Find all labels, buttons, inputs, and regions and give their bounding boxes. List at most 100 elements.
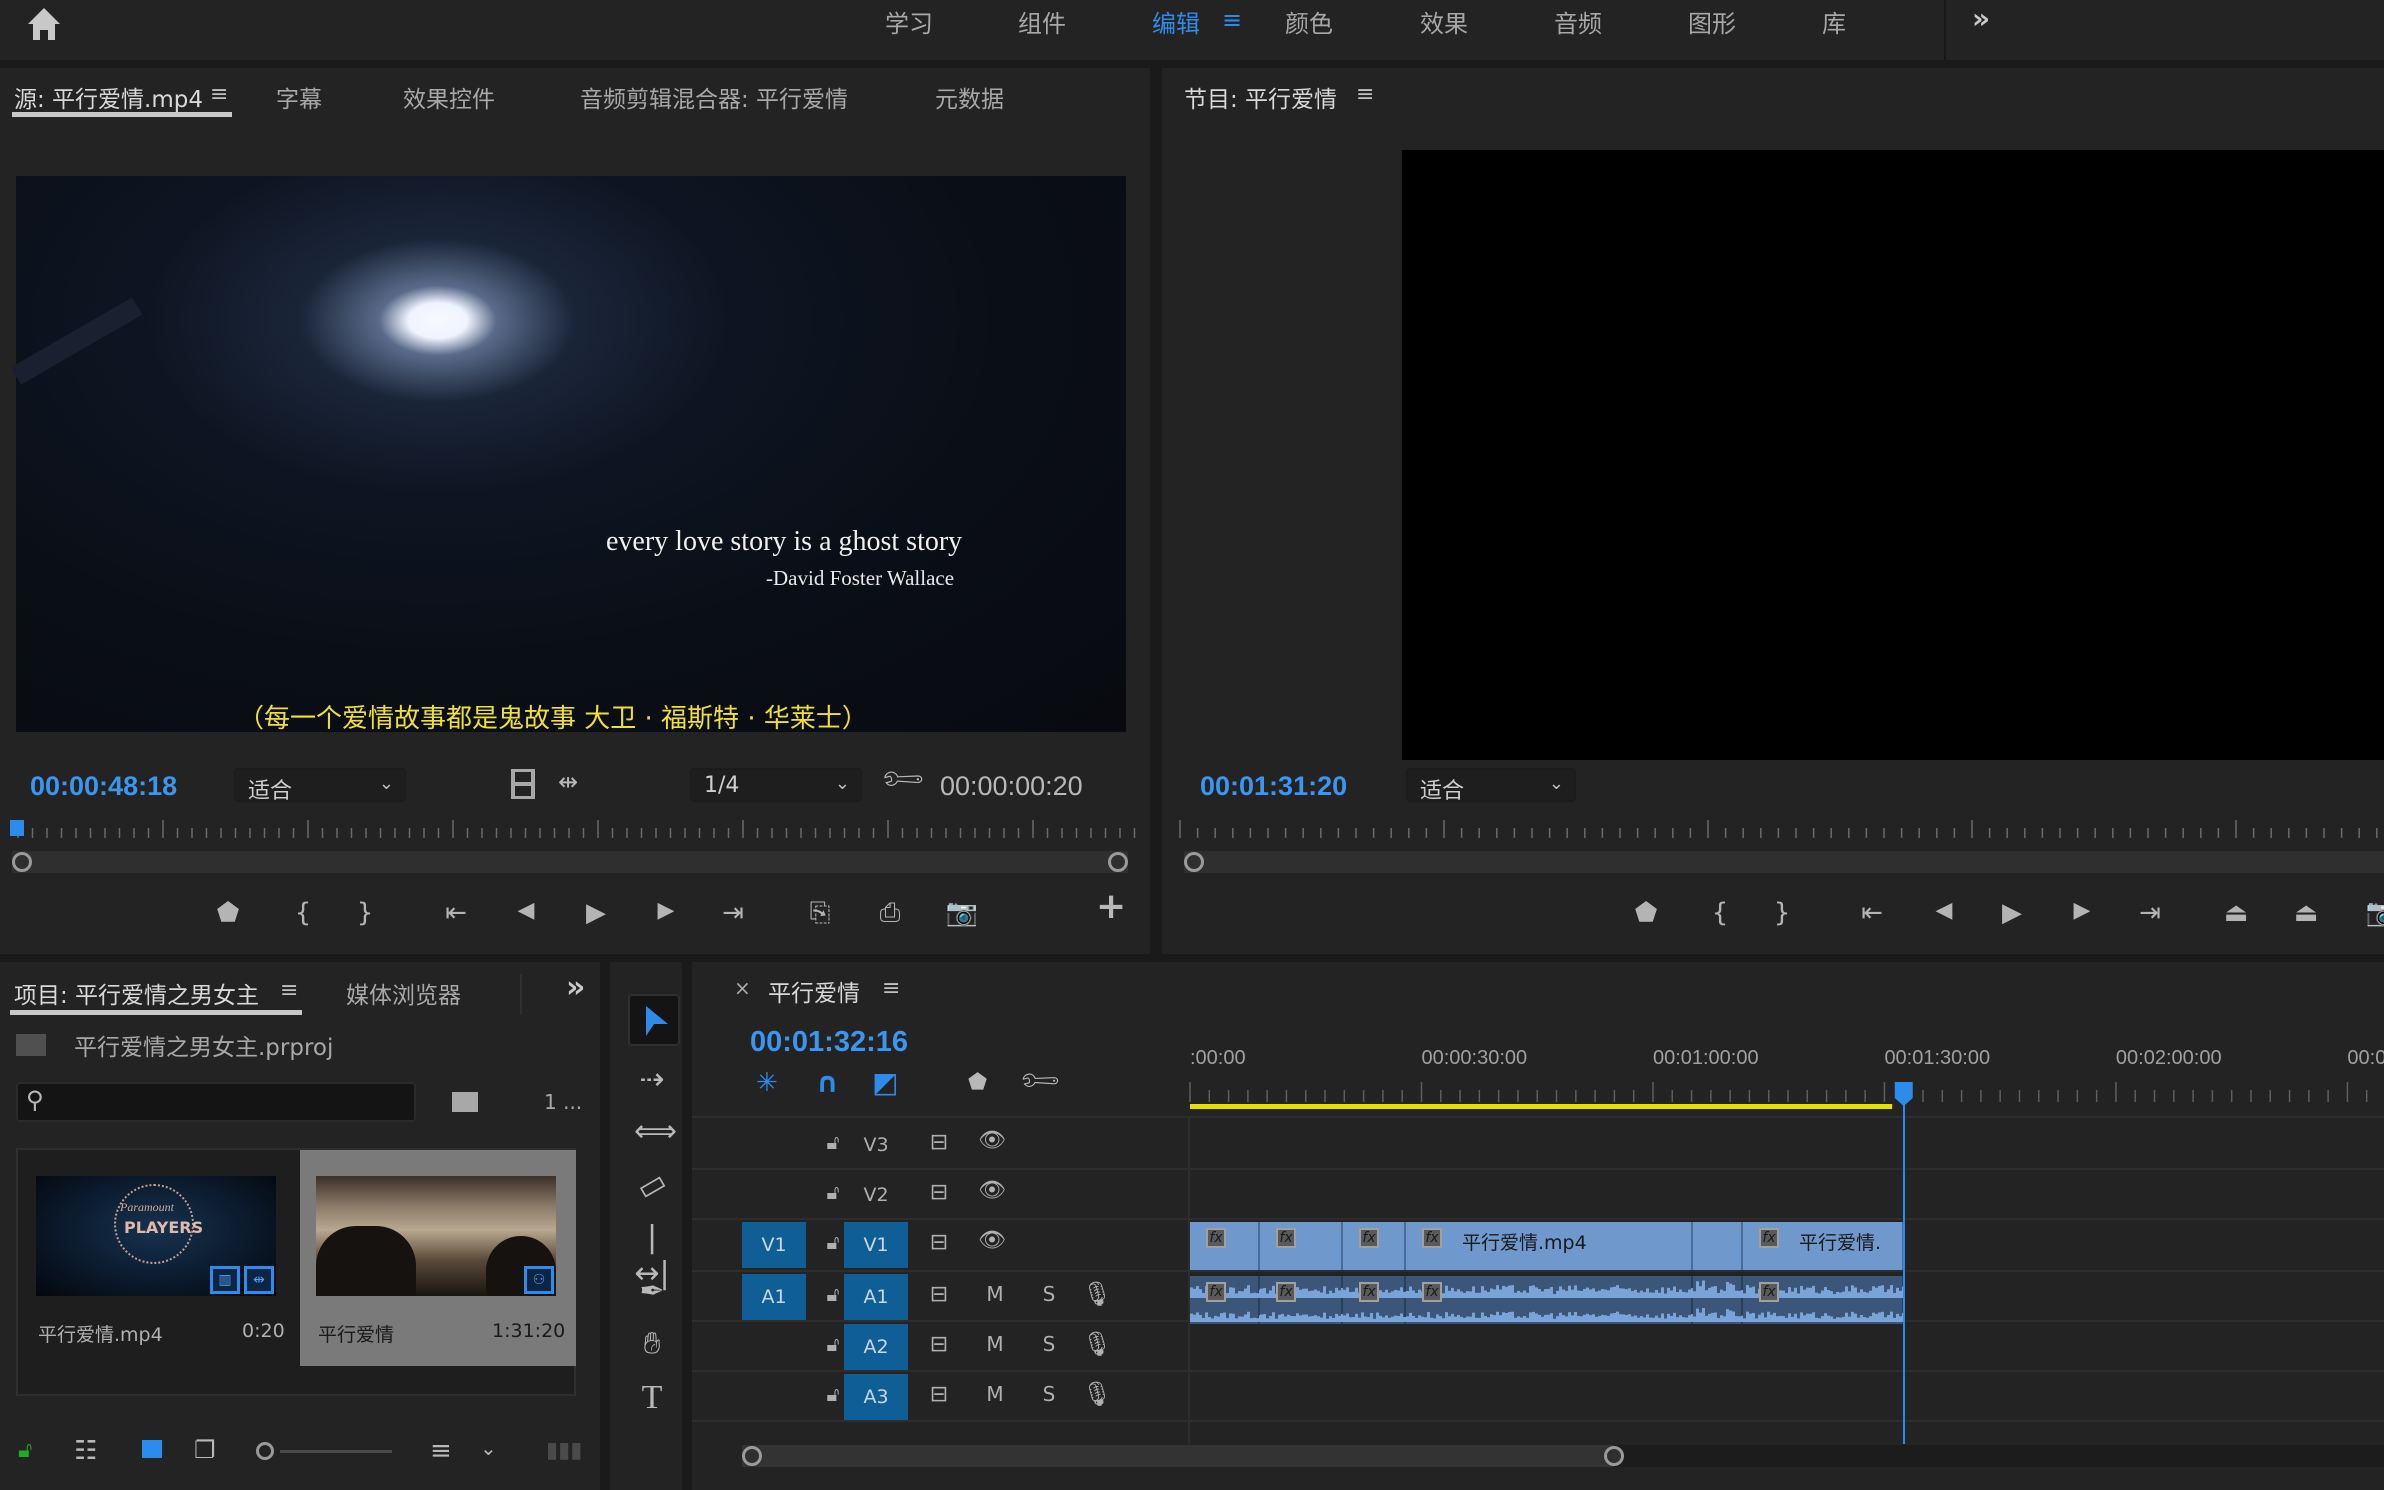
video-clip[interactable] [1693, 1222, 1743, 1270]
mark-in-button[interactable]: { [283, 898, 323, 928]
workspace-graphics[interactable]: 图形 [1688, 4, 1736, 39]
solo-button[interactable]: S [1034, 1282, 1064, 1306]
linked-selection-icon[interactable]: ◩ [872, 1066, 898, 1099]
source-resolution-dropdown[interactable]: 1/4 ⌄ [690, 768, 862, 802]
double-chevron-right-icon[interactable]: » [1972, 2, 1990, 35]
panel-menu-icon[interactable]: ≡ [882, 976, 900, 1001]
export-frame-button[interactable]: 📷 [942, 898, 982, 928]
tab-media-browser[interactable]: 媒体浏览器 [346, 976, 461, 1010]
audio-clip[interactable]: fx [1343, 1276, 1406, 1324]
solo-button[interactable]: S [1034, 1382, 1064, 1406]
track-target-v3[interactable]: V3 [844, 1122, 908, 1168]
workspace-menu-icon[interactable]: ≡ [1222, 6, 1242, 34]
track-target-a1[interactable]: A1 [844, 1274, 908, 1320]
audio-clip[interactable]: fx [1190, 1276, 1260, 1324]
tab-project[interactable]: 项目: 平行爱情之男女主 [14, 976, 259, 1010]
eye-icon[interactable]: 👁︎ [974, 1128, 1010, 1153]
wrench-icon[interactable]: 🔧︎ [877, 754, 929, 806]
sync-lock-icon[interactable]: ⊟ [924, 1282, 954, 1307]
source-patch-a1[interactable]: A1 [742, 1274, 806, 1320]
step-forward-button[interactable]: ▶ [646, 898, 686, 923]
panel-menu-icon[interactable]: ≡ [280, 978, 298, 1003]
tab-sequence[interactable]: 平行爱情 [768, 974, 860, 1008]
source-timecode[interactable]: 00:00:48:18 [30, 771, 177, 802]
track-target-v1[interactable]: V1 [844, 1222, 908, 1268]
export-frame-button[interactable]: 📷 [2362, 898, 2384, 928]
mark-in-button[interactable]: { [1700, 898, 1740, 928]
video-clip[interactable]: fx 平行爱情.mp4 [1406, 1222, 1693, 1270]
track-target-a3[interactable]: A3 [844, 1374, 908, 1420]
workspace-effects[interactable]: 效果 [1420, 4, 1468, 39]
type-tool-icon[interactable]: T [634, 1380, 670, 1416]
timeline-horizontal-scrollbar[interactable] [742, 1445, 2384, 1467]
drag-audio-icon[interactable]: ⇹ [558, 768, 578, 796]
program-video-frame[interactable] [1402, 150, 2384, 760]
zoom-slider-handle[interactable] [256, 1442, 274, 1460]
track-select-forward-tool-icon[interactable]: ⇢ [634, 1062, 670, 1098]
extract-button[interactable]: ⏏ [2286, 898, 2326, 928]
tab-audio-clip-mixer[interactable]: 音频剪辑混合器: 平行爱情 [580, 80, 848, 114]
step-forward-button[interactable]: ▶ [2062, 898, 2102, 923]
workspace-color[interactable]: 颜色 [1285, 4, 1333, 39]
project-item-selected[interactable]: ⚇ 平行爱情 1:31:20 [300, 1150, 576, 1366]
microphone-icon[interactable]: 🎙︎ [1082, 1330, 1112, 1358]
list-view-icon[interactable]: ☷ [74, 1436, 97, 1466]
video-clip[interactable]: fx [1190, 1222, 1260, 1270]
source-zoom-scrollbar[interactable] [12, 851, 1128, 873]
project-search-input[interactable]: ⚲ [16, 1082, 416, 1122]
audio-clip[interactable] [1693, 1276, 1743, 1324]
program-time-ruler[interactable] [1172, 814, 2384, 848]
sync-lock-icon[interactable]: ⊟ [924, 1230, 954, 1255]
tab-effect-controls[interactable]: 效果控件 [403, 80, 495, 114]
close-icon[interactable]: × [734, 976, 751, 1000]
home-icon[interactable] [24, 4, 64, 44]
new-search-bin-icon[interactable] [452, 1092, 478, 1112]
eye-icon[interactable]: 👁︎ [974, 1228, 1010, 1253]
razor-tool-icon[interactable]: ▭ [627, 1161, 676, 1210]
scrollbar-handle-left[interactable] [1184, 852, 1204, 872]
source-video-frame[interactable]: every love story is a ghost story -David… [11, 176, 1126, 734]
automate-icon[interactable]: ▮▮▮ [546, 1438, 582, 1463]
source-patch-v1[interactable]: V1 [742, 1222, 806, 1268]
play-button[interactable]: ▶ [1992, 898, 2032, 928]
microphone-icon[interactable]: 🎙︎ [1082, 1280, 1112, 1308]
scrollbar-handle-right[interactable] [1108, 852, 1128, 872]
eye-icon[interactable]: 👁︎ [974, 1178, 1010, 1203]
panel-menu-icon[interactable]: ≡ [210, 82, 228, 107]
lock-open-icon[interactable]: 🔓︎ [18, 1438, 32, 1463]
freeform-view-icon[interactable]: ❐ [194, 1436, 216, 1464]
track-target-a2[interactable]: A2 [844, 1324, 908, 1370]
program-zoom-scrollbar[interactable] [1184, 851, 2384, 873]
insert-button[interactable]: ⎘ [800, 898, 840, 929]
audio-clip[interactable]: fx [1260, 1276, 1343, 1324]
selection-tool-button[interactable] [628, 994, 680, 1046]
scrollbar-thumb[interactable] [742, 1445, 1614, 1467]
program-fit-dropdown[interactable]: 适合 ⌄ [1406, 768, 1576, 804]
track-target-v2[interactable]: V2 [844, 1172, 908, 1218]
double-chevron-right-icon[interactable]: » [566, 970, 585, 1005]
go-to-in-button[interactable]: ⇤ [436, 898, 476, 928]
folder-up-icon[interactable] [16, 1034, 46, 1056]
workspace-learn[interactable]: 学习 [885, 4, 933, 39]
snap-magnet-icon[interactable]: ∩ [816, 1066, 839, 1099]
add-marker-button[interactable]: ⬟ [208, 898, 248, 928]
workspace-audio[interactable]: 音频 [1554, 4, 1602, 39]
video-clip[interactable]: fx 平行爱情. [1743, 1222, 1904, 1270]
source-time-ruler[interactable] [10, 814, 1140, 848]
step-back-button[interactable]: ◀ [506, 898, 546, 923]
zoom-slider[interactable] [280, 1450, 392, 1453]
sync-lock-icon[interactable]: ⊟ [924, 1332, 954, 1357]
scrollbar-handle-left[interactable] [742, 1446, 762, 1466]
step-back-button[interactable]: ◀ [1924, 898, 1964, 923]
button-editor-plus-icon[interactable]: + [1096, 886, 1126, 927]
go-to-out-button[interactable]: ⇥ [713, 898, 753, 928]
mark-out-button[interactable]: } [345, 898, 385, 928]
sync-lock-icon[interactable]: ⊟ [924, 1180, 954, 1205]
add-marker-button[interactable]: ⬟ [1626, 898, 1666, 928]
tab-metadata[interactable]: 元数据 [935, 80, 1004, 114]
workspace-libraries[interactable]: 库 [1822, 4, 1846, 39]
play-button[interactable]: ▶ [576, 898, 616, 928]
drag-video-icon[interactable] [510, 768, 536, 800]
scrollbar-handle-right[interactable] [1604, 1446, 1624, 1466]
microphone-icon[interactable]: 🎙︎ [1082, 1380, 1112, 1408]
